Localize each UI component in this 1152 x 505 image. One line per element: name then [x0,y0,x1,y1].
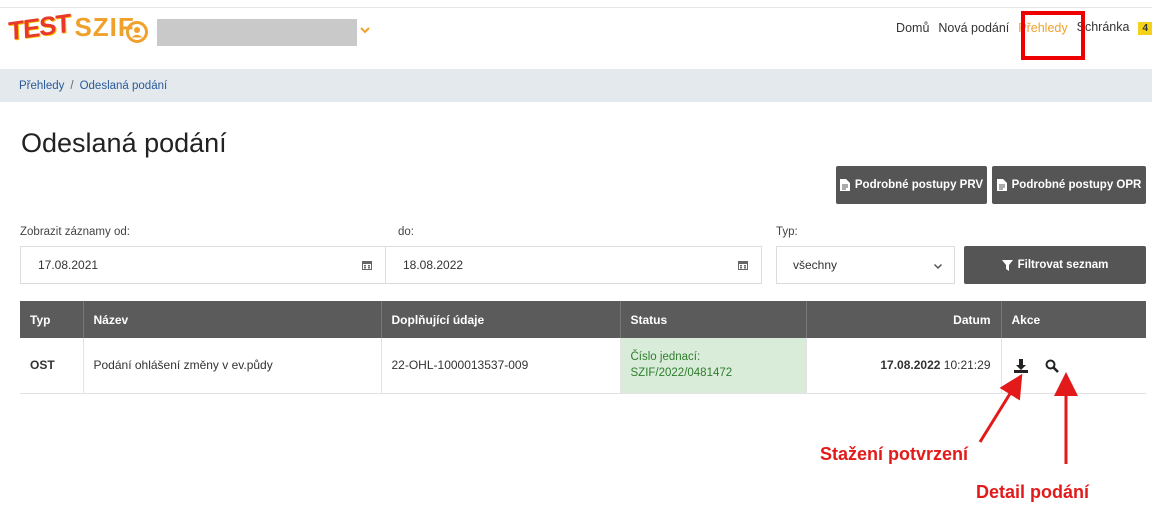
annotation-download: Stažení potvrzení [820,444,969,464]
annotation-detail: Detail podání [976,482,1090,502]
annotation-arrows [978,372,1078,464]
download-arrow [978,373,1023,443]
